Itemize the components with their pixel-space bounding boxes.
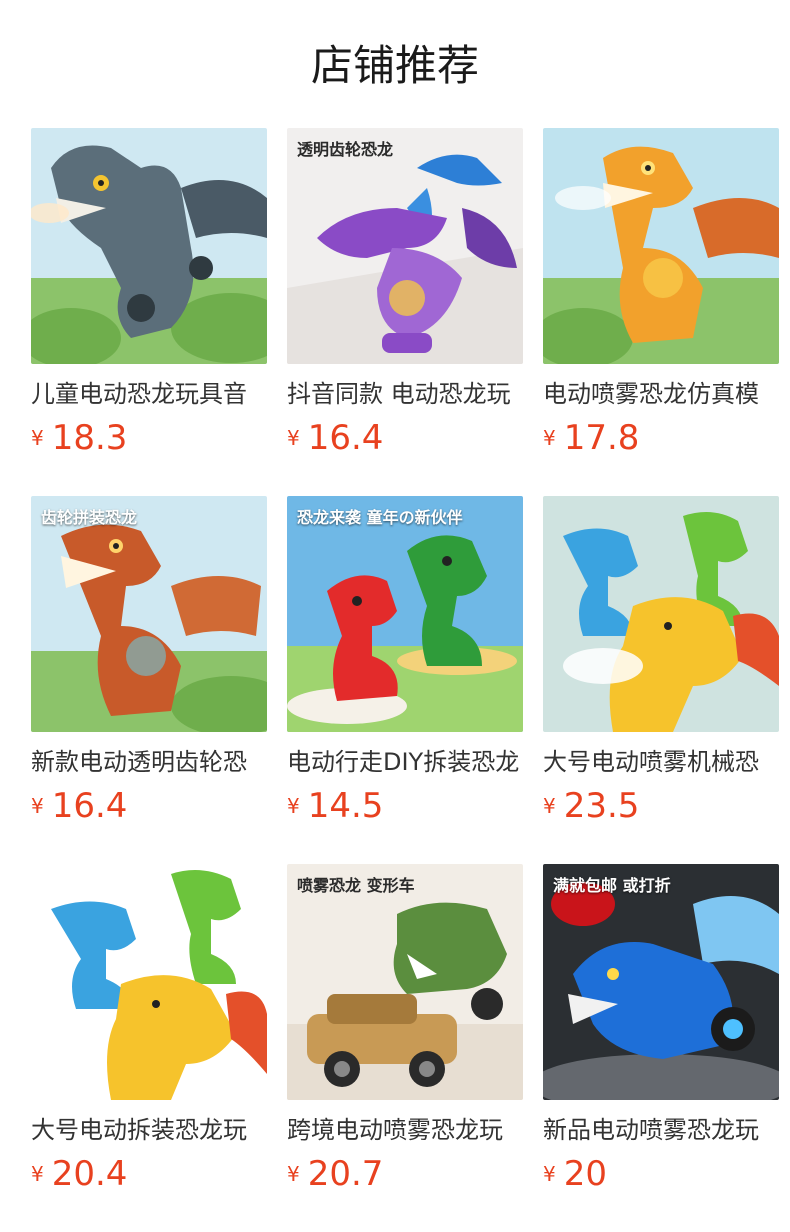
product-card[interactable]: 大号电动喷雾机械恐 ¥23.5	[543, 496, 779, 836]
image-caption: 齿轮拼装恐龙	[41, 508, 138, 527]
product-price: ¥23.5	[543, 784, 639, 828]
price-value: 16.4	[51, 786, 128, 826]
product-card[interactable]: 满就包邮 或打折 新品电动喷雾恐龙玩 ¥20	[543, 864, 779, 1204]
currency-symbol: ¥	[287, 426, 300, 450]
currency-symbol: ¥	[31, 794, 44, 818]
product-name[interactable]: 电动喷雾恐龙仿真模	[543, 378, 779, 410]
image-caption: 恐龙来袭 童年の新伙伴	[297, 508, 463, 527]
orange-dinosaur-image	[543, 128, 779, 364]
product-price: ¥14.5	[287, 784, 383, 828]
product-price: ¥17.8	[543, 416, 639, 460]
product-name[interactable]: 抖音同款 电动恐龙玩	[287, 378, 523, 410]
currency-symbol: ¥	[287, 794, 300, 818]
price-value: 17.8	[563, 418, 640, 458]
product-image[interactable]: 喷雾恐龙 变形车	[287, 864, 523, 1100]
product-card[interactable]: 喷雾恐龙 变形车 跨境电动喷雾恐龙玩 ¥20.7	[287, 864, 523, 1204]
product-image[interactable]: 透明齿轮恐龙	[287, 128, 523, 364]
price-value: 20.7	[307, 1154, 384, 1194]
currency-symbol: ¥	[543, 794, 556, 818]
product-image[interactable]	[543, 496, 779, 732]
product-card[interactable]: 齿轮拼装恐龙 新款电动透明齿轮恐 ¥16.4	[31, 496, 267, 836]
section-title: 店铺推荐	[310, 41, 479, 90]
product-card[interactable]: 透明齿轮恐龙 抖音同款 电动恐龙玩 ¥16.4	[287, 128, 523, 468]
product-name[interactable]: 大号电动喷雾机械恐	[543, 746, 779, 778]
product-price: ¥20.4	[31, 1152, 127, 1196]
image-caption: 满就包邮 或打折	[553, 876, 671, 895]
three-dinosaurs-image	[543, 496, 779, 732]
product-price: ¥16.4	[287, 416, 383, 460]
product-price: ¥16.4	[31, 784, 127, 828]
grey-dinosaur-image	[31, 128, 267, 364]
image-caption: 喷雾恐龙 变形车	[297, 876, 415, 895]
product-image[interactable]	[31, 128, 267, 364]
price-value: 23.5	[563, 786, 640, 826]
product-image[interactable]	[31, 864, 267, 1100]
price-value: 20	[563, 1154, 607, 1194]
product-card[interactable]: 大号电动拆装恐龙玩 ¥20.4	[31, 864, 267, 1204]
product-name[interactable]: 跨境电动喷雾恐龙玩	[287, 1114, 523, 1146]
product-name[interactable]: 电动行走DIY拆装恐龙	[287, 746, 523, 778]
currency-symbol: ¥	[543, 426, 556, 450]
currency-symbol: ¥	[31, 1162, 44, 1186]
currency-symbol: ¥	[31, 426, 44, 450]
price-value: 18.3	[51, 418, 128, 458]
product-name[interactable]: 新品电动喷雾恐龙玩	[543, 1114, 779, 1146]
price-value: 16.4	[307, 418, 384, 458]
price-value: 20.4	[51, 1154, 128, 1194]
product-name[interactable]: 大号电动拆装恐龙玩	[31, 1114, 267, 1146]
product-image[interactable]	[543, 128, 779, 364]
product-image[interactable]: 满就包邮 或打折	[543, 864, 779, 1100]
product-name[interactable]: 儿童电动恐龙玩具音	[31, 378, 267, 410]
product-name[interactable]: 新款电动透明齿轮恐	[31, 746, 267, 778]
currency-symbol: ¥	[287, 1162, 300, 1186]
product-price: ¥20	[543, 1152, 607, 1196]
product-image[interactable]: 恐龙来袭 童年の新伙伴	[287, 496, 523, 732]
product-price: ¥18.3	[31, 416, 127, 460]
product-price: ¥20.7	[287, 1152, 383, 1196]
product-card[interactable]: 电动喷雾恐龙仿真模 ¥17.8	[543, 128, 779, 468]
currency-symbol: ¥	[543, 1162, 556, 1186]
product-card[interactable]: 恐龙来袭 童年の新伙伴 电动行走DIY拆装恐龙 ¥14.5	[287, 496, 523, 836]
image-caption: 透明齿轮恐龙	[297, 140, 394, 159]
product-image[interactable]: 齿轮拼装恐龙	[31, 496, 267, 732]
price-value: 14.5	[307, 786, 384, 826]
product-card[interactable]: 儿童电动恐龙玩具音 ¥18.3	[31, 128, 267, 468]
three-dinosaurs-white-image	[31, 864, 267, 1100]
